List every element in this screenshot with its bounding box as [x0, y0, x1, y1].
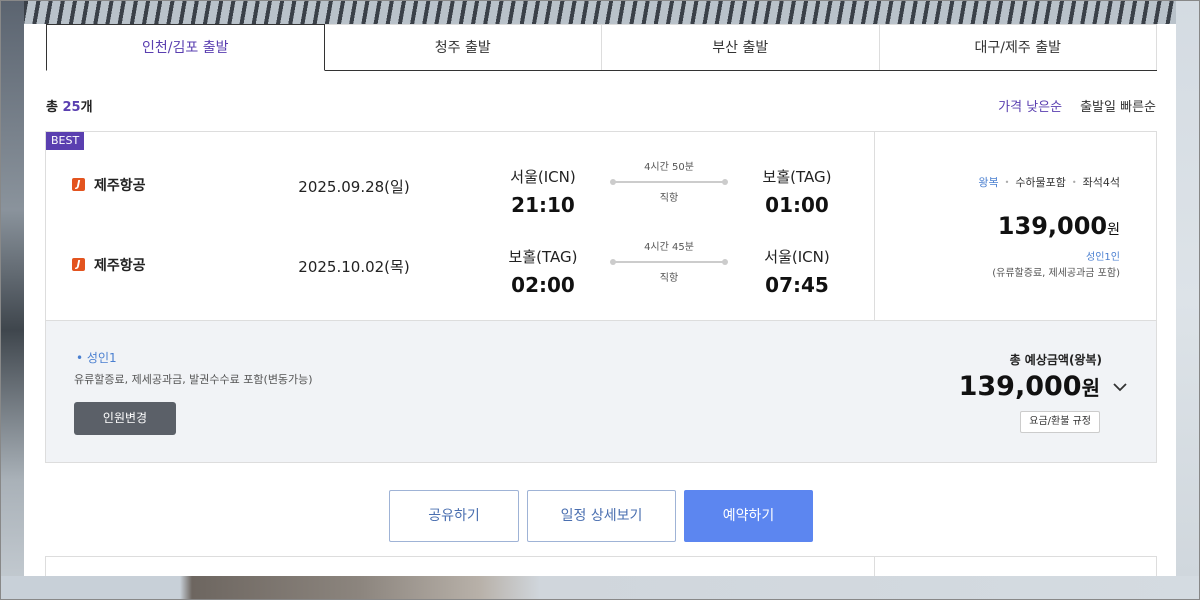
airline-logo-icon: J — [72, 258, 85, 271]
route-line — [610, 259, 728, 265]
arrival-city: 보홀(TAG) — [762, 168, 832, 186]
trip-type-tag: 왕복 — [978, 176, 999, 189]
result-count-number: 25 — [62, 100, 81, 115]
departure-tabs: 인천/김포 출발 청주 출발 부산 출발 대구/제주 출발 — [46, 24, 1157, 71]
fare-price-currency: 원 — [1107, 222, 1120, 238]
schedule-detail-button[interactable]: 일정 상세보기 — [527, 490, 676, 542]
summary-note: 유류할증료, 제세공과금, 발권수수료 포함(변동가능) — [74, 373, 313, 386]
outbound-segment: J 제주항공 2025.09.28(일) 서울(ICN) 21:10 4시간 5… — [46, 152, 874, 232]
departure: 서울(ICN) 21:10 — [483, 152, 603, 217]
fare-tags: 왕복 • 수하물포함 • 좌석4석 — [978, 174, 1120, 190]
arrival: 보홀(TAG) 01:00 — [737, 152, 857, 217]
background-photo-bottom — [0, 576, 1200, 600]
seats-tag: 좌석4석 — [1082, 176, 1120, 189]
summary-pax-label: 성인1 — [86, 351, 117, 365]
background-photo-top — [0, 0, 1200, 24]
flight-type: 직항 — [659, 193, 679, 204]
arrival-city: 서울(ICN) — [764, 248, 830, 266]
departure: 보홀(TAG) 02:00 — [483, 232, 603, 297]
tab-daegu-jeju[interactable]: 대구/제주 출발 — [879, 24, 1157, 70]
total-label: 총 예상금액(왕복) — [1009, 353, 1102, 367]
chevron-down-icon[interactable] — [1112, 379, 1128, 395]
fare-rules-button[interactable]: 요금/환불 규정 — [1020, 411, 1100, 433]
departure-city: 보홀(TAG) — [508, 248, 578, 266]
route-info: 4시간 45분 직항 — [610, 238, 728, 284]
flight-result-card[interactable]: J 제주항공 2025.09.28(일) 서울(ICN) 21:10 4시간 5… — [45, 131, 1157, 463]
route-line — [610, 179, 728, 185]
departure-city: 서울(ICN) — [510, 168, 576, 186]
flight-duration: 4시간 45분 — [644, 242, 694, 253]
price-summary: • 성인1 유류할증료, 제세공과금, 발권수수료 포함(변동가능) 인원변경 … — [46, 320, 1156, 462]
sort-price-low[interactable]: 가격 낮은순 — [998, 96, 1062, 115]
total-price-currency: 원 — [1081, 376, 1100, 400]
sort-departure-fast[interactable]: 출발일 빠른순 — [1080, 96, 1156, 115]
action-buttons: 공유하기 일정 상세보기 예약하기 — [389, 490, 813, 542]
sort-options: 가격 낮은순 출발일 빠른순 — [998, 96, 1156, 115]
airline-logo-icon: J — [72, 178, 85, 191]
result-count-suffix: 개 — [80, 100, 93, 115]
arrival-time: 01:00 — [765, 193, 829, 217]
departure-time: 21:10 — [511, 193, 575, 217]
background-photo-right — [1176, 0, 1200, 600]
total-price-amount: 139,000 — [958, 371, 1082, 402]
separator-dot: • — [1071, 177, 1077, 187]
change-passengers-button[interactable]: 인원변경 — [74, 402, 176, 435]
arrival: 서울(ICN) 07:45 — [737, 232, 857, 297]
flight-type: 직항 — [659, 273, 679, 284]
flight-results-panel: 인천/김포 출발 청주 출발 부산 출발 대구/제주 출발 총 25개 가격 낮… — [24, 24, 1176, 576]
best-badge: BEST — [46, 132, 85, 150]
flight-date: 2025.10.02(목) — [298, 258, 410, 276]
airline-name: 제주항공 — [94, 258, 146, 274]
fare-summary: 왕복 • 수하물포함 • 좌석4석 139,000원 성인1인 (유류할증료, … — [874, 132, 1156, 320]
card-divider — [874, 557, 875, 576]
flight-duration: 4시간 50분 — [644, 162, 694, 173]
total-price: 139,000원 — [959, 371, 1100, 402]
fare-includes: (유류할증료, 제세공과금 포함) — [992, 268, 1120, 279]
tab-busan[interactable]: 부산 출발 — [602, 24, 880, 70]
summary-pax: • 성인1 — [76, 351, 117, 365]
route-info: 4시간 50분 직항 — [610, 158, 728, 204]
arrival-time: 07:45 — [765, 273, 829, 297]
flight-date: 2025.09.28(일) — [298, 178, 410, 196]
result-count: 총 25개 — [46, 96, 93, 115]
tab-incheon-gimpo[interactable]: 인천/김포 출발 — [46, 24, 325, 71]
separator-dot: • — [1004, 177, 1010, 187]
fare-pax: 성인1인 — [1086, 252, 1120, 263]
flight-segments: J 제주항공 2025.09.28(일) 서울(ICN) 21:10 4시간 5… — [46, 132, 874, 320]
baggage-tag: 수하물포함 — [1015, 176, 1066, 189]
tab-cheongju[interactable]: 청주 출발 — [324, 24, 602, 70]
background-photo-left — [0, 0, 24, 600]
result-count-prefix: 총 — [46, 100, 63, 115]
next-result-card[interactable] — [45, 556, 1157, 576]
departure-time: 02:00 — [511, 273, 575, 297]
fare-price-amount: 139,000 — [997, 212, 1108, 240]
return-segment: J 제주항공 2025.10.02(목) 보홀(TAG) 02:00 4시간 4… — [46, 232, 874, 312]
share-button[interactable]: 공유하기 — [389, 490, 519, 542]
book-button[interactable]: 예약하기 — [684, 490, 813, 542]
fare-price: 139,000원 — [998, 212, 1120, 240]
airline-name: 제주항공 — [94, 178, 146, 194]
